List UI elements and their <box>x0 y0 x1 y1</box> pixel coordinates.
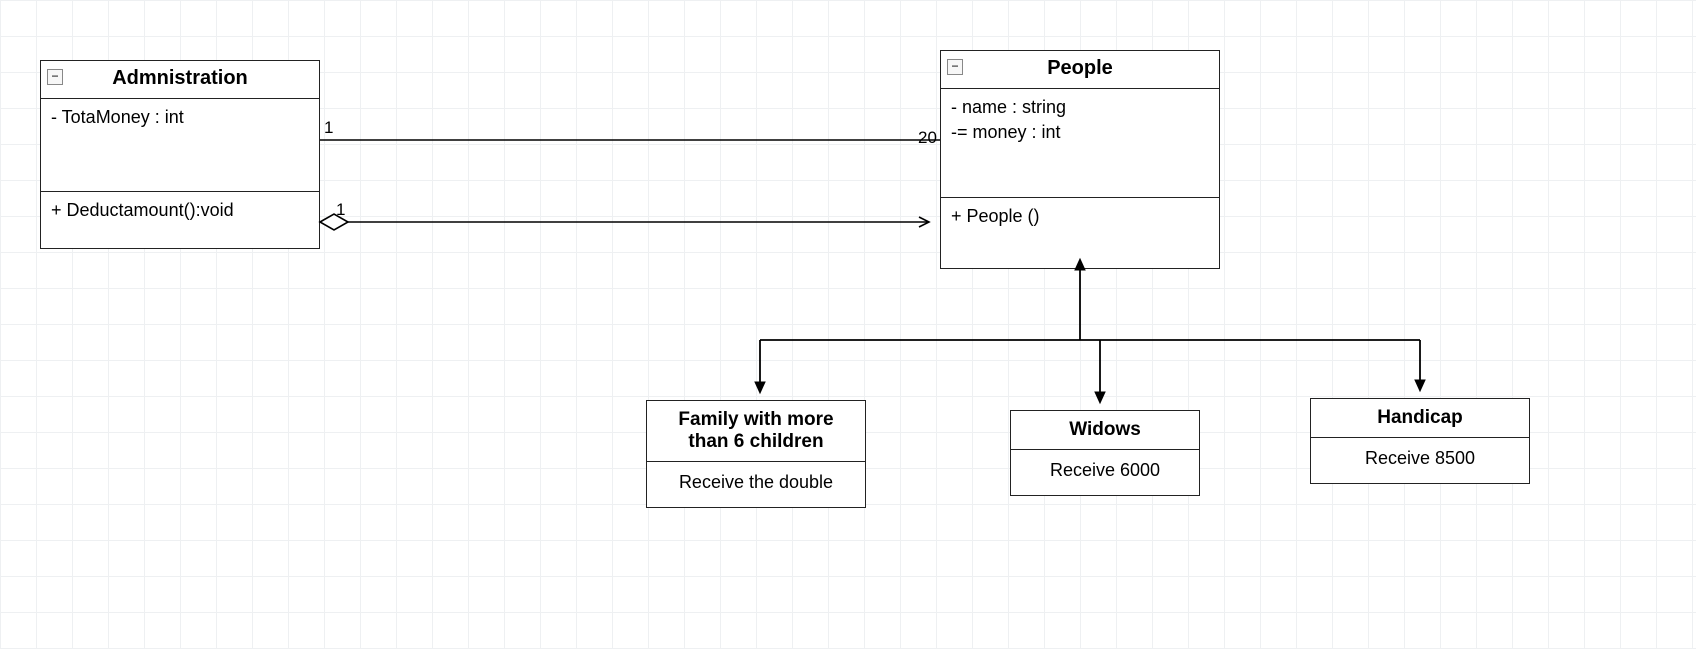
class-people-op: + People () <box>951 204 1209 229</box>
diagram-canvas: − Admnistration - TotaMoney : int + Dedu… <box>0 0 1696 649</box>
class-widows[interactable]: Widows Receive 6000 <box>1010 410 1200 496</box>
aggregation-admin-people <box>320 214 928 230</box>
class-widows-title: Widows <box>1011 411 1199 450</box>
class-administration-title: Admnistration <box>112 67 248 89</box>
class-people-attr: -= money : int <box>951 120 1209 145</box>
minus-icon[interactable]: − <box>47 69 63 85</box>
class-administration-op: + Deductamount():void <box>51 198 309 223</box>
multiplicity-label: 20 <box>918 128 937 148</box>
multiplicity-label: 1 <box>336 200 345 220</box>
class-administration-attr: - TotaMoney : int <box>51 105 309 130</box>
class-widows-body: Receive 6000 <box>1011 450 1199 495</box>
class-family[interactable]: Family with more than 6 children Receive… <box>646 400 866 508</box>
class-handicap[interactable]: Handicap Receive 8500 <box>1310 398 1530 484</box>
class-administration[interactable]: − Admnistration - TotaMoney : int + Dedu… <box>40 60 320 249</box>
minus-icon[interactable]: − <box>947 59 963 75</box>
class-people[interactable]: − People - name : string -= money : int … <box>940 50 1220 269</box>
class-people-attr: - name : string <box>951 95 1209 120</box>
generalization-people-subclasses <box>760 260 1420 402</box>
class-family-title: Family with more than 6 children <box>647 401 865 462</box>
class-handicap-title: Handicap <box>1311 399 1529 438</box>
class-handicap-body: Receive 8500 <box>1311 438 1529 483</box>
multiplicity-label: 1 <box>324 118 333 138</box>
class-family-body: Receive the double <box>647 462 865 507</box>
class-people-title: People <box>1047 57 1113 79</box>
